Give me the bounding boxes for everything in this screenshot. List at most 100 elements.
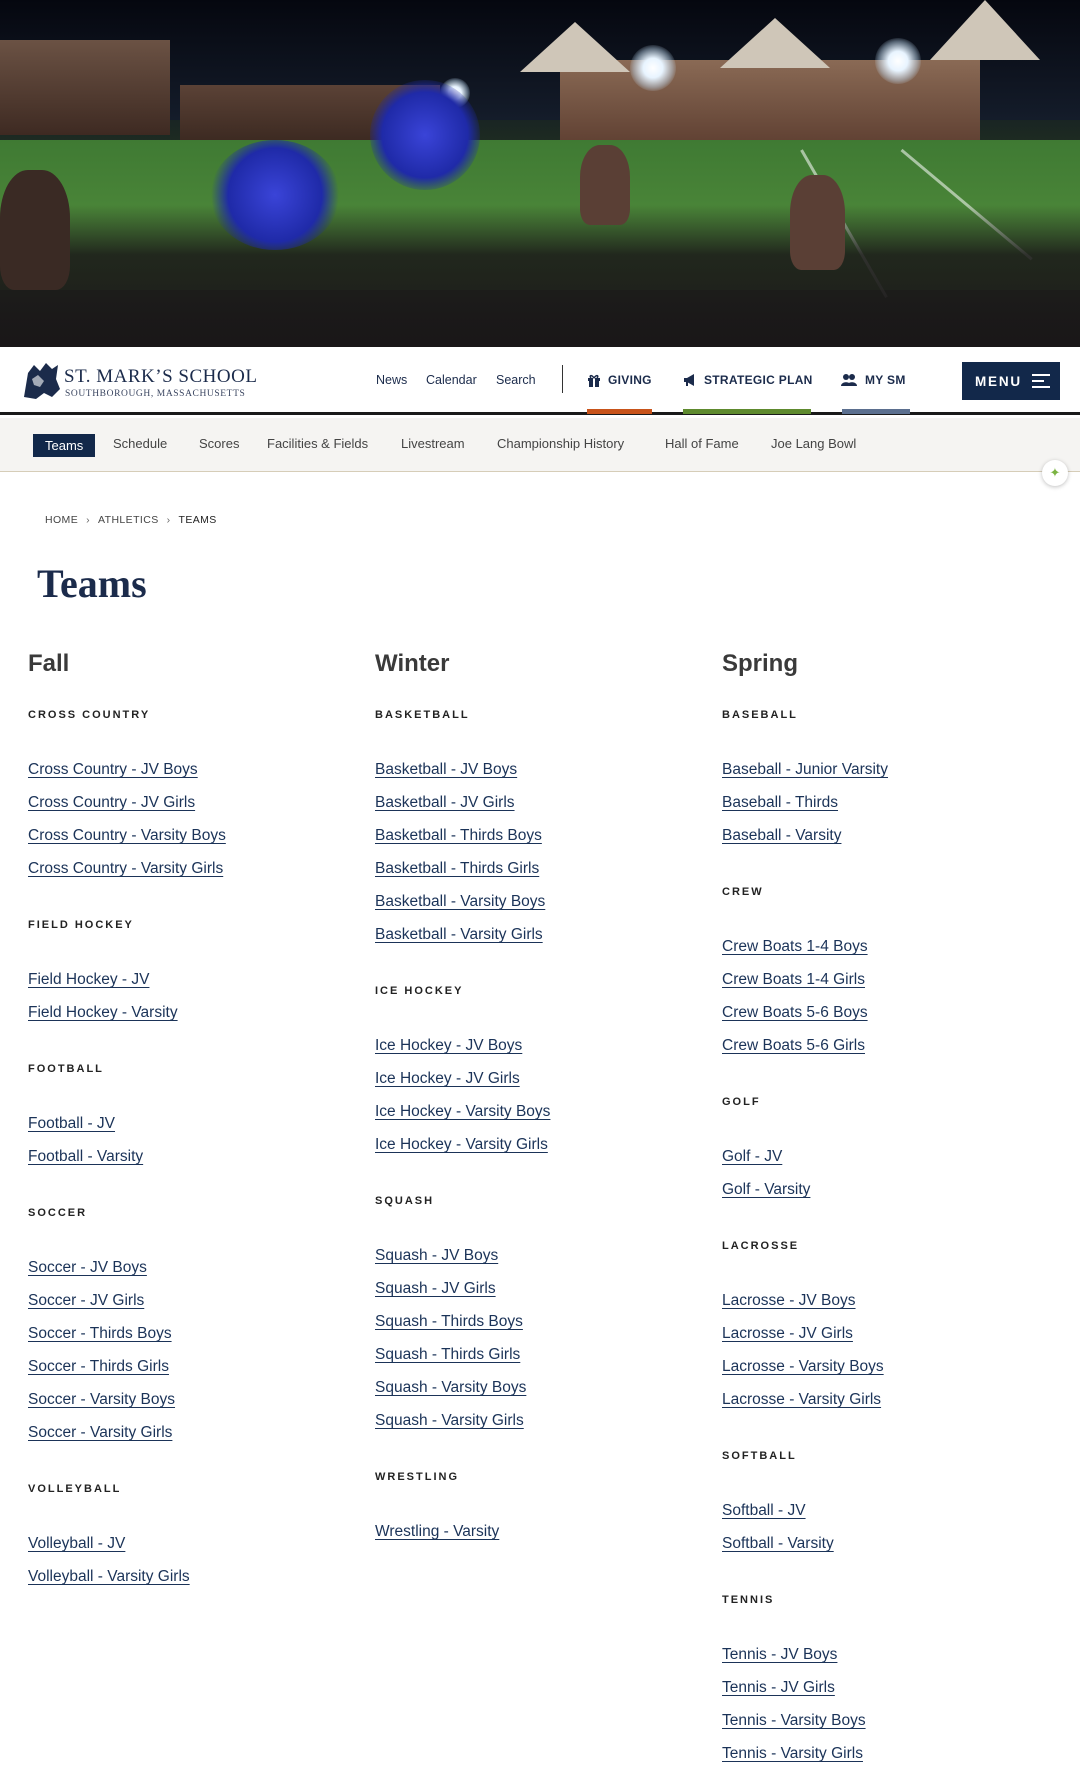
team-link-baseball-thirds[interactable]: Baseball - Thirds (722, 794, 1052, 827)
team-link-cross-country-varsity-girls[interactable]: Cross Country - Varsity Girls (28, 860, 358, 893)
menu-button[interactable]: MENU (962, 362, 1060, 400)
team-link-softball-varsity[interactable]: Softball - Varsity (722, 1535, 1052, 1568)
team-link-lacrosse-varsity-girls[interactable]: Lacrosse - Varsity Girls (722, 1391, 1052, 1424)
util-link-calendar[interactable]: Calendar (426, 373, 477, 387)
team-link-football-jv[interactable]: Football - JV (28, 1115, 358, 1148)
hero-photo (0, 0, 1080, 347)
season-column-spring: Spring BASEBALL Baseball - Junior Varsity B… (722, 650, 1052, 1776)
sport-group-tennis: TENNIS Tennis - JV Boys Tennis - JV Girls T… (722, 1594, 1052, 1776)
header-divider (562, 365, 563, 393)
team-link-cross-country-varsity-boys[interactable]: Cross Country - Varsity Boys (28, 827, 358, 860)
sport-label: SQUASH (375, 1195, 435, 1207)
team-link-lacrosse-varsity-boys[interactable]: Lacrosse - Varsity Boys (722, 1358, 1052, 1391)
hero-building-left (0, 40, 170, 135)
team-link-squash-thirds-boys[interactable]: Squash - Thirds Boys (375, 1313, 705, 1346)
school-name[interactable]: ST. MARK’S SCHOOL (64, 366, 257, 388)
team-link-field-hockey-varsity[interactable]: Field Hockey - Varsity (28, 1004, 358, 1037)
team-link-wrestling-varsity[interactable]: Wrestling - Varsity (375, 1523, 705, 1556)
sport-group-ice-hockey: ICE HOCKEY Ice Hockey - JV Boys Ice Hockey… (375, 985, 705, 1169)
strategic-plan-link[interactable]: STRATEGIC PLAN (683, 373, 813, 387)
sport-group-field-hockey: FIELD HOCKEY Field Hockey - JV Field Hocke… (28, 919, 358, 1037)
team-link-soccer-varsity-girls[interactable]: Soccer - Varsity Girls (28, 1424, 358, 1457)
team-link-squash-thirds-girls[interactable]: Squash - Thirds Girls (375, 1346, 705, 1379)
subnav-tab-facilities[interactable]: Facilities & Fields (267, 436, 368, 451)
team-link-field-hockey-jv[interactable]: Field Hockey - JV (28, 971, 358, 1004)
team-link-squash-varsity-girls[interactable]: Squash - Varsity Girls (375, 1412, 705, 1445)
school-crest-icon[interactable] (18, 359, 62, 401)
site-header: ST. MARK’S SCHOOL SOUTHBOROUGH, MASSACHU… (0, 347, 1080, 415)
hero-spectator (0, 170, 70, 290)
team-link-tennis-varsity-boys[interactable]: Tennis - Varsity Boys (722, 1712, 1052, 1745)
team-link-tennis-jv-boys[interactable]: Tennis - JV Boys (722, 1646, 1052, 1679)
util-link-news[interactable]: News (376, 373, 407, 387)
giving-link[interactable]: GIVING (587, 373, 652, 387)
team-link-lacrosse-jv-boys[interactable]: Lacrosse - JV Boys (722, 1292, 1052, 1325)
team-link-basketball-varsity-girls[interactable]: Basketball - Varsity Girls (375, 926, 705, 959)
my-sm-label: MY SM (865, 373, 906, 387)
subnav-tab-hall-of-fame[interactable]: Hall of Fame (665, 436, 739, 451)
team-link-baseball-varsity[interactable]: Baseball - Varsity (722, 827, 1052, 860)
sport-group-volleyball: VOLLEYBALL Volleyball - JV Volleyball - Va… (28, 1483, 358, 1601)
team-link-squash-jv-boys[interactable]: Squash - JV Boys (375, 1247, 705, 1280)
team-link-ice-hockey-varsity-girls[interactable]: Ice Hockey - Varsity Girls (375, 1136, 705, 1169)
hero-roof (520, 22, 630, 72)
team-link-tennis-jv-girls[interactable]: Tennis - JV Girls (722, 1679, 1052, 1712)
sport-label: SOCCER (28, 1207, 88, 1219)
strategic-plan-label: STRATEGIC PLAN (704, 373, 813, 387)
assistant-widget-icon[interactable]: ✦ (1042, 460, 1068, 486)
subnav-tab-joe-lang-bowl[interactable]: Joe Lang Bowl (771, 436, 856, 451)
team-link-crew-boats-5-6-boys[interactable]: Crew Boats 5-6 Boys (722, 1004, 1052, 1037)
breadcrumb: HOME › ATHLETICS › TEAMS (45, 514, 217, 526)
team-link-crew-boats-5-6-girls[interactable]: Crew Boats 5-6 Girls (722, 1037, 1052, 1070)
subnav-tab-championship-history[interactable]: Championship History (497, 436, 624, 451)
sport-group-football: FOOTBALL Football - JV Football - Varsity (28, 1063, 358, 1181)
subnav-tab-teams[interactable]: Teams (33, 434, 96, 457)
team-link-cross-country-jv-girls[interactable]: Cross Country - JV Girls (28, 794, 358, 827)
util-link-search[interactable]: Search (496, 373, 536, 387)
team-link-crew-boats-1-4-boys[interactable]: Crew Boats 1-4 Boys (722, 938, 1052, 971)
subnav-tab-livestream[interactable]: Livestream (401, 436, 465, 451)
team-link-basketball-varsity-boys[interactable]: Basketball - Varsity Boys (375, 893, 705, 926)
team-link-golf-jv[interactable]: Golf - JV (722, 1148, 1052, 1181)
team-link-ice-hockey-jv-girls[interactable]: Ice Hockey - JV Girls (375, 1070, 705, 1103)
sport-group-lacrosse: LACROSSE Lacrosse - JV Boys Lacrosse - JV … (722, 1240, 1052, 1424)
team-link-baseball-junior-varsity[interactable]: Baseball - Junior Varsity (722, 761, 1052, 794)
team-link-volleyball-varsity-girls[interactable]: Volleyball - Varsity Girls (28, 1568, 358, 1601)
team-link-basketball-jv-boys[interactable]: Basketball - JV Boys (375, 761, 705, 794)
chevron-right-icon: › (86, 514, 91, 526)
team-link-basketball-jv-girls[interactable]: Basketball - JV Girls (375, 794, 705, 827)
team-link-soccer-thirds-boys[interactable]: Soccer - Thirds Boys (28, 1325, 358, 1358)
team-link-ice-hockey-jv-boys[interactable]: Ice Hockey - JV Boys (375, 1037, 705, 1070)
sport-label: ICE HOCKEY (375, 985, 464, 997)
team-link-basketball-thirds-girls[interactable]: Basketball - Thirds Girls (375, 860, 705, 893)
school-location: SOUTHBOROUGH, MASSACHUSETTS (65, 389, 246, 399)
team-link-soccer-jv-girls[interactable]: Soccer - JV Girls (28, 1292, 358, 1325)
breadcrumb-athletics[interactable]: ATHLETICS (98, 514, 159, 526)
sport-label: CROSS COUNTRY (28, 709, 151, 721)
team-link-lacrosse-jv-girls[interactable]: Lacrosse - JV Girls (722, 1325, 1052, 1358)
athletics-subnav: Teams Schedule Scores Facilities & Field… (0, 418, 1080, 472)
team-link-basketball-thirds-boys[interactable]: Basketball - Thirds Boys (375, 827, 705, 860)
subnav-tab-scores[interactable]: Scores (199, 436, 239, 451)
hamburger-icon (1031, 374, 1050, 388)
team-link-squash-jv-girls[interactable]: Squash - JV Girls (375, 1280, 705, 1313)
team-link-squash-varsity-boys[interactable]: Squash - Varsity Boys (375, 1379, 705, 1412)
team-link-soccer-jv-boys[interactable]: Soccer - JV Boys (28, 1259, 358, 1292)
team-link-ice-hockey-varsity-boys[interactable]: Ice Hockey - Varsity Boys (375, 1103, 705, 1136)
team-link-golf-varsity[interactable]: Golf - Varsity (722, 1181, 1052, 1214)
subnav-tab-schedule[interactable]: Schedule (113, 436, 167, 451)
sport-label: WRESTLING (375, 1471, 459, 1483)
breadcrumb-home[interactable]: HOME (45, 514, 78, 526)
my-sm-link[interactable]: MY SM (840, 373, 906, 387)
team-link-tennis-varsity-girls[interactable]: Tennis - Varsity Girls (722, 1745, 1052, 1776)
hero-raised-hand (580, 145, 630, 225)
team-link-cross-country-jv-boys[interactable]: Cross Country - JV Boys (28, 761, 358, 794)
team-link-soccer-varsity-boys[interactable]: Soccer - Varsity Boys (28, 1391, 358, 1424)
team-link-volleyball-jv[interactable]: Volleyball - JV (28, 1535, 358, 1568)
users-icon (841, 374, 857, 386)
team-link-softball-jv[interactable]: Softball - JV (722, 1502, 1052, 1535)
team-link-soccer-thirds-girls[interactable]: Soccer - Thirds Girls (28, 1358, 358, 1391)
team-link-football-varsity[interactable]: Football - Varsity (28, 1148, 358, 1181)
team-link-crew-boats-1-4-girls[interactable]: Crew Boats 1-4 Girls (722, 971, 1052, 1004)
page-title: Teams (37, 561, 147, 606)
